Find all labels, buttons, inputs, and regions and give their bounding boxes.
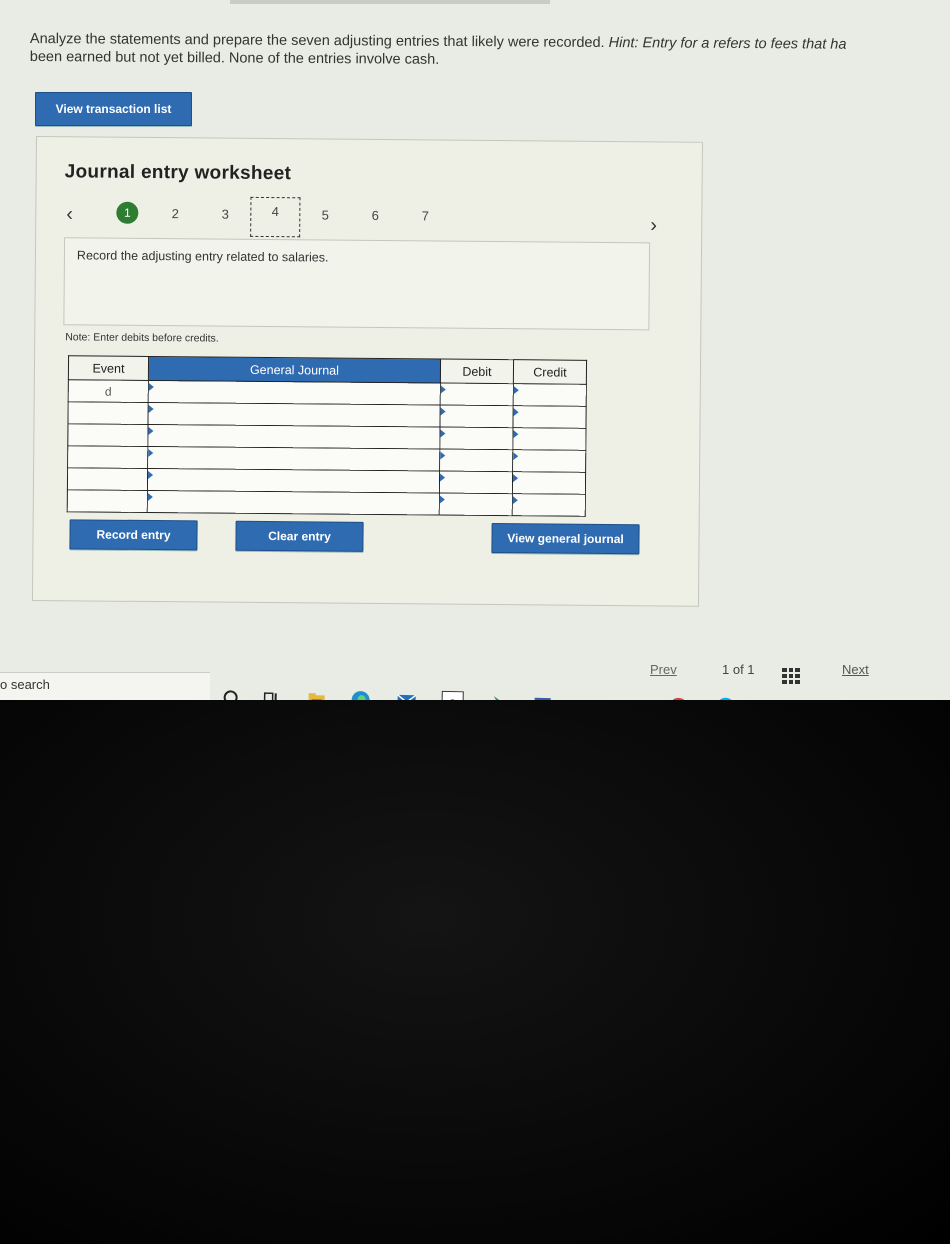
note-text: Note: Enter debits before credits. [65,331,219,345]
clear-entry-button[interactable]: Clear entry [235,520,364,552]
next-link[interactable]: Next [842,662,869,677]
credit-input[interactable] [513,383,587,407]
input-marker-icon [440,473,446,482]
input-marker-icon [440,429,446,438]
input-marker-icon [513,408,519,417]
step-1[interactable]: 1 [116,201,139,224]
previous-step-arrow-icon[interactable]: ‹ [66,203,73,226]
debit-input[interactable] [439,449,513,472]
file-explorer-icon[interactable] [305,688,327,700]
account-select[interactable] [147,402,441,428]
hint-text: Entry for a refers to fees that ha [642,35,847,53]
step-7[interactable]: 7 [414,208,436,223]
input-marker-icon [512,474,519,483]
debit-input[interactable] [439,427,513,450]
header-event: Event [68,355,149,381]
hint-label: Hint: [608,35,639,52]
prev-link[interactable]: Prev [650,662,677,677]
input-marker-icon [440,407,446,416]
credit-input[interactable] [512,493,586,517]
input-marker-icon [440,385,446,394]
input-marker-icon [513,430,519,439]
prompt-text: Record the adjusting entry related to sa… [76,248,329,265]
taskbar-search-box[interactable]: o search [0,672,210,700]
dropdown-marker-icon [148,404,154,414]
debit-input[interactable] [439,493,513,516]
input-marker-icon [512,496,518,505]
event-cell: d [68,379,149,403]
account-select[interactable] [148,380,441,406]
account-select[interactable] [147,468,440,494]
step-6[interactable]: 6 [364,208,386,223]
debit-input[interactable] [439,471,513,494]
dropdown-marker-icon [147,492,153,502]
account-select[interactable] [147,490,440,516]
step-navigation: ‹ 1 2 3 4 5 6 7 › [64,196,664,238]
credit-input[interactable] [512,405,587,429]
record-entry-button[interactable]: Record entry [69,519,198,551]
journal-entry-worksheet: Journal entry worksheet ‹ 1 2 3 4 5 6 7 … [31,136,703,607]
network-icon[interactable] [531,693,553,700]
event-cell [67,489,148,513]
header-debit: Debit [440,359,514,384]
account-select[interactable] [147,446,440,472]
edge-icon[interactable] [349,689,371,700]
step-3[interactable]: 3 [214,207,236,222]
view-transaction-list-button[interactable]: View transaction list [35,92,192,126]
input-marker-icon [440,451,446,460]
table-row [67,489,586,517]
credit-input[interactable] [512,427,586,451]
dropdown-marker-icon [148,448,154,458]
browser-viewport: Analyze the statements and prepare the s… [0,0,950,700]
step-5[interactable]: 5 [314,207,336,222]
step-4[interactable]: 4 [250,196,301,238]
mail-icon[interactable] [395,690,417,700]
event-cell [67,445,148,469]
dropdown-marker-icon [148,382,154,392]
step-2[interactable]: 2 [164,206,186,221]
app-icon[interactable] [487,692,509,700]
journal-table: Event General Journal Debit Credit d [67,355,587,517]
event-cell [67,467,148,491]
input-marker-icon [439,495,445,504]
grid-icon[interactable] [782,668,800,684]
event-cell [67,401,149,425]
amazon-icon[interactable]: a [441,690,464,700]
next-step-arrow-icon[interactable]: › [650,214,657,237]
input-marker-icon [513,452,519,461]
debit-input[interactable] [440,383,514,406]
cortana-icon[interactable] [219,686,241,700]
credit-input[interactable] [512,471,586,495]
event-cell [67,423,148,447]
instructions: Analyze the statements and prepare the s… [30,30,950,72]
top-scrollbar[interactable] [230,0,550,4]
header-general-journal: General Journal [148,356,441,384]
monitor-bezel-dark-area [0,700,950,1244]
worksheet-title: Journal entry worksheet [64,161,292,185]
prompt-box: Record the adjusting entry related to sa… [63,237,651,331]
account-select[interactable] [147,424,440,450]
task-view-icon[interactable] [259,687,281,700]
dropdown-marker-icon [148,426,154,436]
credit-input[interactable] [512,449,586,473]
debit-input[interactable] [439,405,514,428]
page-count: 1 of 1 [722,662,755,677]
taskbar: a S [209,680,950,700]
input-marker-icon [513,386,519,395]
header-credit: Credit [513,359,587,385]
view-general-journal-button[interactable]: View general journal [491,522,640,555]
dropdown-marker-icon [148,470,154,480]
search-placeholder: o search [0,677,50,692]
